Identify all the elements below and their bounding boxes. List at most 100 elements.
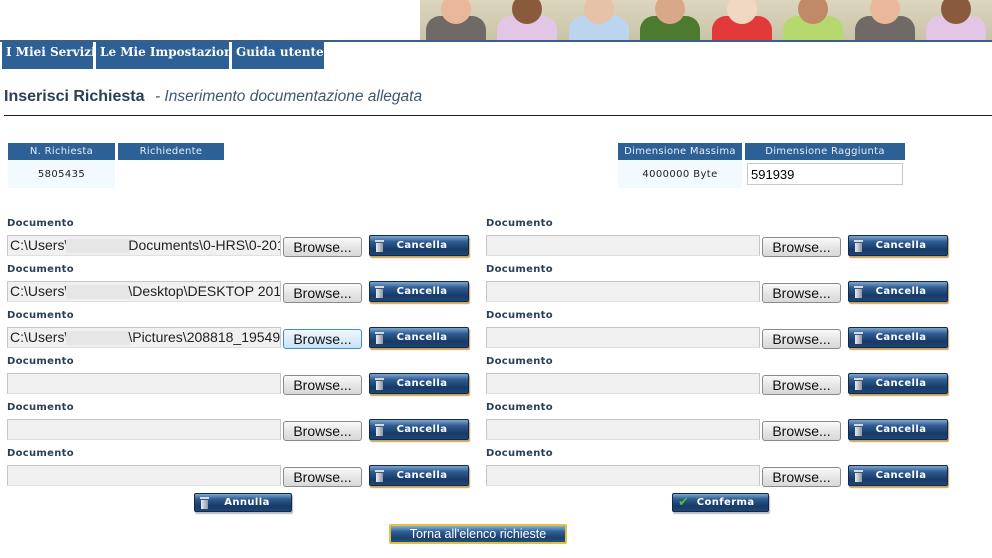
- trash-icon: [854, 239, 863, 252]
- conferma-button[interactable]: ✔ Conferma: [672, 493, 769, 512]
- trash-icon: [854, 331, 863, 344]
- document-label: Documento: [486, 264, 553, 275]
- file-path-field[interactable]: [486, 327, 760, 348]
- document-label: Documento: [486, 448, 553, 459]
- cancella-label: Cancella: [396, 286, 448, 297]
- file-path-field[interactable]: [486, 281, 760, 302]
- cancella-label: Cancella: [875, 332, 927, 343]
- file-path-field[interactable]: [486, 465, 760, 486]
- cancella-button[interactable]: Cancella: [848, 281, 948, 302]
- cancella-button[interactable]: Cancella: [369, 281, 469, 302]
- banner-person: [634, 0, 706, 40]
- cancella-button[interactable]: Cancella: [369, 235, 469, 256]
- browse-button[interactable]: Browse...: [283, 237, 362, 257]
- cancella-label: Cancella: [396, 424, 448, 435]
- banner-person: [491, 0, 563, 40]
- annulla-button[interactable]: Annulla: [194, 493, 292, 512]
- max-size-value: 4000000 Byte: [618, 160, 742, 188]
- document-label: Documento: [7, 264, 74, 275]
- document-label: Documento: [486, 356, 553, 367]
- browse-button[interactable]: Browse...: [762, 329, 841, 349]
- banner-person: [849, 0, 921, 40]
- trash-icon: [375, 469, 384, 482]
- trash-icon: [375, 423, 384, 436]
- annulla-label: Annulla: [224, 497, 270, 508]
- browse-button[interactable]: Browse...: [283, 375, 362, 395]
- file-path-field[interactable]: C:\Users\ \Desktop\DESKTOP 2011\: [7, 281, 281, 302]
- page-title-main: Inserisci Richiesta: [4, 88, 145, 105]
- cancella-button[interactable]: Cancella: [848, 465, 948, 486]
- cancella-button[interactable]: Cancella: [369, 373, 469, 394]
- request-number: 5805435: [8, 160, 115, 188]
- browse-button[interactable]: Browse...: [762, 283, 841, 303]
- trash-icon: [375, 331, 384, 344]
- banner-person: [563, 0, 635, 40]
- cancella-label: Cancella: [396, 240, 448, 251]
- file-path-suffix: Documents\0-HRS\0-2013: [128, 237, 281, 253]
- cancella-button[interactable]: Cancella: [848, 327, 948, 348]
- file-path-field[interactable]: [7, 373, 281, 394]
- back-to-list-button[interactable]: Torna all'elenco richieste: [389, 524, 567, 544]
- page-title: Inserisci Richiesta - Inserimento docume…: [4, 88, 422, 106]
- trash-icon: [854, 469, 863, 482]
- file-path-suffix: \Pictures\208818_1954922: [128, 329, 281, 345]
- trash-icon: [375, 239, 384, 252]
- nav-tab-miei-servizi[interactable]: I Miei Servizi: [2, 42, 96, 69]
- trash-icon: [854, 285, 863, 298]
- header-banner-photo: [420, 0, 992, 40]
- cancella-label: Cancella: [875, 286, 927, 297]
- trash-icon: [200, 496, 209, 509]
- file-path-suffix: \Desktop\DESKTOP 2011\: [128, 283, 281, 299]
- browse-button[interactable]: Browse...: [762, 421, 841, 441]
- file-path-prefix: C:\Users\: [10, 283, 69, 299]
- banner-person: [420, 0, 492, 40]
- browse-button[interactable]: Browse...: [283, 283, 362, 303]
- cancella-button[interactable]: Cancella: [848, 373, 948, 394]
- document-label: Documento: [7, 310, 74, 321]
- file-path-field[interactable]: [7, 465, 281, 486]
- page-subtitle: - Inserimento documentazione allegata: [154, 88, 423, 105]
- file-path-field[interactable]: [486, 235, 760, 256]
- document-label: Documento: [7, 448, 74, 459]
- banner-person: [920, 0, 992, 40]
- header-dimensione-raggiunta: Dimensione Raggiunta: [745, 143, 905, 160]
- file-path-field[interactable]: [486, 373, 760, 394]
- redacted-username: [66, 331, 131, 346]
- cancella-button[interactable]: Cancella: [369, 465, 469, 486]
- reached-size-cell: [745, 160, 905, 188]
- cancella-button[interactable]: Cancella: [369, 419, 469, 440]
- cancella-label: Cancella: [875, 240, 927, 251]
- browse-button[interactable]: Browse...: [283, 421, 362, 441]
- trash-icon: [375, 285, 384, 298]
- cancella-button[interactable]: Cancella: [848, 419, 948, 440]
- browse-button[interactable]: Browse...: [283, 467, 362, 487]
- nav-tab-guida-utente[interactable]: Guida utente: [232, 42, 324, 69]
- browse-button[interactable]: Browse...: [283, 329, 362, 349]
- banner-person: [777, 0, 849, 40]
- file-path-field[interactable]: [7, 419, 281, 440]
- file-path-field[interactable]: C:\Users\ \Pictures\208818_1954922: [7, 327, 281, 348]
- header-dimensione-massima: Dimensione Massima: [618, 143, 742, 160]
- document-label: Documento: [486, 402, 553, 413]
- redacted-username: [66, 285, 131, 300]
- banner-person: [706, 0, 778, 40]
- header-n-richiesta: N. Richiesta: [8, 143, 115, 160]
- browse-button[interactable]: Browse...: [762, 237, 841, 257]
- cancella-label: Cancella: [396, 332, 448, 343]
- document-label: Documento: [7, 356, 74, 367]
- cancella-button[interactable]: Cancella: [369, 327, 469, 348]
- nav-tab-mie-impostazioni[interactable]: Le Mie Impostazioni: [96, 42, 237, 69]
- cancella-label: Cancella: [396, 378, 448, 389]
- file-path-field[interactable]: C:\Users\ Documents\0-HRS\0-2013: [7, 235, 281, 256]
- conferma-label: Conferma: [696, 497, 755, 508]
- cancella-button[interactable]: Cancella: [848, 235, 948, 256]
- file-path-prefix: C:\Users\: [10, 237, 69, 253]
- reached-size-field[interactable]: [747, 163, 903, 185]
- main-nav: I Miei Servizi Le Mie Impostazioni Guida…: [2, 42, 324, 69]
- file-path-field[interactable]: [486, 419, 760, 440]
- checkmark-icon: ✔: [678, 495, 690, 510]
- browse-button[interactable]: Browse...: [762, 467, 841, 487]
- title-divider: [4, 115, 992, 116]
- browse-button[interactable]: Browse...: [762, 375, 841, 395]
- cancella-label: Cancella: [875, 424, 927, 435]
